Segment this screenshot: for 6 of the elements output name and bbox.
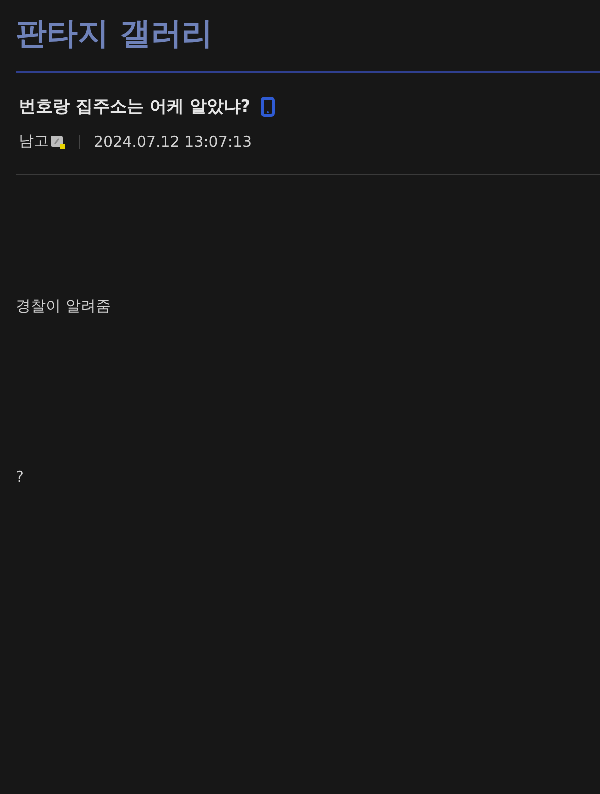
- post-title: 번호랑 집주소는 어케 알았냐?: [19, 96, 251, 118]
- author-name[interactable]: 남고: [19, 132, 49, 151]
- post-date: 2024.07.12 13:07:13: [94, 132, 252, 150]
- gallery-title[interactable]: 판타지 갤러리: [16, 0, 600, 56]
- body-text: 경찰이 알려줌: [16, 296, 112, 316]
- body-text: ?: [16, 467, 25, 487]
